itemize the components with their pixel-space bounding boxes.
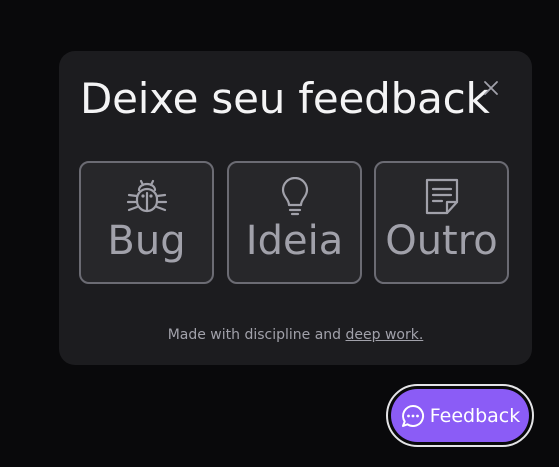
feedback-type-options: Bug Ideia Outro	[79, 161, 512, 286]
feedback-fab-button[interactable]: Feedback	[391, 389, 529, 442]
bug-icon	[125, 177, 169, 217]
footer-text: Made with discipline and	[167, 327, 346, 343]
footer-link[interactable]: deep work.	[346, 327, 424, 343]
option-bug-button[interactable]: Bug	[79, 161, 214, 284]
chat-bubble-icon	[401, 404, 424, 427]
option-other-label: Outro	[385, 218, 498, 264]
popup-title: Deixe seu feedback	[80, 74, 490, 123]
option-idea-button[interactable]: Ideia	[227, 161, 362, 284]
feedback-popup: Deixe seu feedback Bug Ideia Outro Made …	[59, 51, 532, 365]
option-idea-label: Ideia	[245, 218, 344, 264]
feedback-fab-focus-ring: Feedback	[386, 384, 534, 447]
close-button[interactable]	[479, 76, 503, 100]
option-other-button[interactable]: Outro	[374, 161, 509, 284]
lightbulb-icon	[273, 177, 317, 217]
page: Deixe seu feedback Bug Ideia Outro Made …	[0, 0, 559, 467]
popup-footer: Made with discipline and deep work.	[59, 327, 532, 343]
option-bug-label: Bug	[107, 218, 186, 264]
close-icon	[484, 81, 498, 95]
note-icon	[420, 177, 464, 217]
feedback-fab-label: Feedback	[429, 404, 521, 427]
